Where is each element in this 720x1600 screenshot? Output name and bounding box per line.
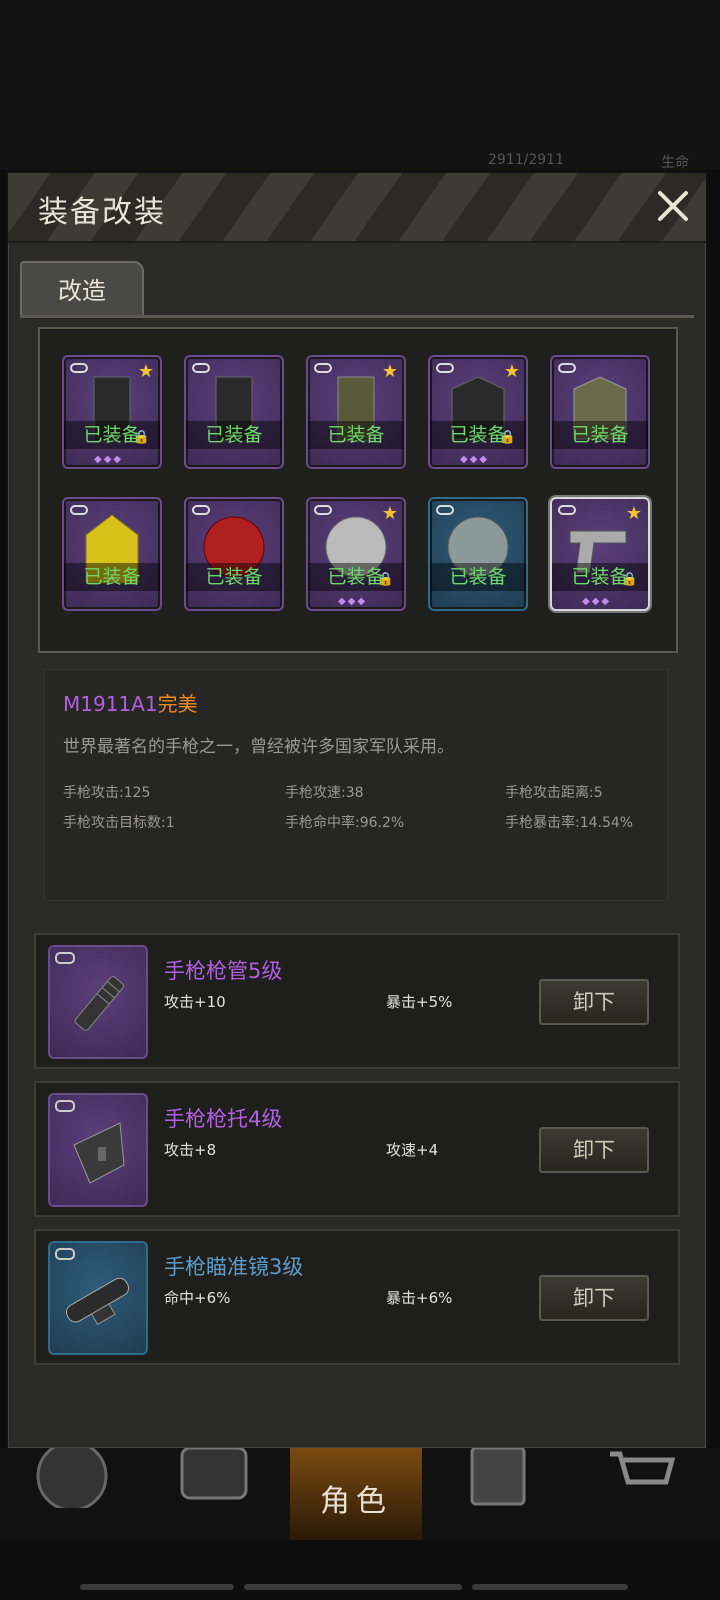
item-quality: 完美 [157, 692, 198, 716]
mod-name: 手枪枪托4级 [164, 1107, 283, 1131]
lock-icon: 🔒 [133, 430, 150, 445]
scope-icon[interactable] [48, 1241, 148, 1355]
mod-stat-1: 攻击+8 [164, 1141, 217, 1159]
hp-status: 2911/2911 [488, 152, 564, 168]
item-info-panel: M1911A1完美 世界最著名的手枪之一，曾经被许多国家军队采用。 手枪攻击:1… [44, 669, 668, 901]
equipment-slot[interactable]: 已装备 [62, 497, 162, 611]
mod-name: 手枪枪管5级 [164, 959, 283, 983]
item-name: M1911A1 [63, 692, 158, 716]
mod-stat-1: 命中+6% [164, 1289, 231, 1307]
mod-row: 手枪枪管5级 攻击+10 暴击+5% 卸下 [34, 933, 680, 1069]
building-icon[interactable] [470, 1448, 526, 1508]
stat-attack: 手枪攻击:125 [63, 785, 151, 801]
lock-icon: 🔒 [377, 572, 394, 587]
gem-sockets: ◆◆◆ [338, 596, 368, 607]
mod-stat-2: 暴击+6% [386, 1289, 453, 1307]
link-icon [70, 505, 88, 515]
stat-attack-speed: 手枪攻速:38 [285, 785, 364, 801]
background-top [0, 0, 720, 170]
equipped-label: 已装备 [186, 421, 282, 449]
gem-sockets: ◆◆◆ [582, 596, 612, 607]
shop-cart-icon[interactable] [606, 1448, 676, 1498]
mod-stat-2: 攻速+4 [386, 1141, 439, 1159]
star-icon: ★ [503, 361, 520, 382]
link-icon [436, 363, 454, 373]
link-icon [192, 505, 210, 515]
stat-crit: 手枪暴击率:14.54% [505, 815, 634, 831]
dialog-title: 装备改装 [38, 195, 166, 230]
backpack-icon[interactable] [178, 1448, 250, 1504]
gem-sockets: ◆◆◆ [94, 454, 124, 465]
equipment-slot[interactable]: ★ 已装备 🔒 ◆◆◆ [428, 355, 528, 469]
equipped-label: 已装备 [64, 563, 160, 591]
unequip-button[interactable]: 卸下 [539, 979, 649, 1025]
nav-character-label[interactable]: 角色 [320, 1476, 392, 1520]
tab-modify[interactable]: 改造 [20, 261, 144, 317]
star-icon: ★ [625, 503, 642, 524]
item-description: 世界最著名的手枪之一，曾经被许多国家军队采用。 [63, 737, 454, 757]
stat-targets: 手枪攻击目标数:1 [63, 815, 175, 831]
equipment-slot[interactable]: 已装备 [184, 497, 284, 611]
equipment-slot[interactable]: 已装备 [428, 497, 528, 611]
equipped-label: 已装备 [552, 421, 648, 449]
link-icon [192, 363, 210, 373]
mod-stat-2: 暴击+5% [386, 993, 453, 1011]
equipment-mod-dialog: 装备改装 改造 ★ 已装备 🔒 ◆◆◆ 已装备 ★ 已装备 ★ 已装备 🔒 ◆◆◆ 已装备 已装备 已装备… [6, 171, 708, 1450]
tab-divider [20, 315, 694, 318]
link-icon [558, 363, 576, 373]
equipped-label: 已装备 [430, 563, 526, 591]
hp-label: 生命 [661, 155, 689, 171]
equipment-slot[interactable]: ★ 已装备 🔒 ◆◆◆ [306, 497, 406, 611]
mod-row: 手枪枪托4级 攻击+8 攻速+4 卸下 [34, 1081, 680, 1217]
equipment-slot[interactable]: ★ 已装备 🔒 ◆◆◆ [62, 355, 162, 469]
gesture-bar [472, 1584, 628, 1590]
link-icon [70, 363, 88, 373]
star-icon: ★ [381, 361, 398, 382]
close-icon[interactable] [654, 187, 692, 225]
star-icon: ★ [137, 361, 154, 382]
world-map-icon[interactable] [34, 1448, 110, 1508]
equipment-grid: ★ 已装备 🔒 ◆◆◆ 已装备 ★ 已装备 ★ 已装备 🔒 ◆◆◆ 已装备 已装备 已装备 ★ 已装备 🔒 ◆◆◆… [38, 327, 678, 653]
stock-icon[interactable] [48, 1093, 148, 1207]
link-icon [436, 505, 454, 515]
gem-sockets: ◆◆◆ [460, 454, 490, 465]
link-icon [314, 363, 332, 373]
equipped-label: 已装备 [308, 421, 404, 449]
equipment-slot[interactable]: 已装备 [184, 355, 284, 469]
link-icon [314, 505, 332, 515]
gesture-bar [80, 1584, 234, 1590]
equipped-label: 已装备 [186, 563, 282, 591]
mod-stat-1: 攻击+10 [164, 993, 226, 1011]
unequip-button[interactable]: 卸下 [539, 1127, 649, 1173]
unequip-button[interactable]: 卸下 [539, 1275, 649, 1321]
gesture-bar [244, 1584, 462, 1590]
equipment-slot[interactable]: 已装备 [550, 355, 650, 469]
link-icon [558, 505, 576, 515]
mod-name: 手枪瞄准镜3级 [164, 1255, 304, 1279]
stat-accuracy: 手枪命中率:96.2% [285, 815, 405, 831]
stat-range: 手枪攻击距离:5 [505, 785, 603, 801]
mod-row: 手枪瞄准镜3级 命中+6% 暴击+6% 卸下 [34, 1229, 680, 1365]
item-name-line: M1911A1完美 [63, 688, 198, 717]
star-icon: ★ [381, 503, 398, 524]
equipment-slot[interactable]: ★ 已装备 [306, 355, 406, 469]
lock-icon: 🔒 [621, 572, 638, 587]
lock-icon: 🔒 [499, 430, 516, 445]
barrel-icon[interactable] [48, 945, 148, 1059]
equipment-slot[interactable]: ★ 已装备 🔒 ◆◆◆ [550, 497, 650, 611]
